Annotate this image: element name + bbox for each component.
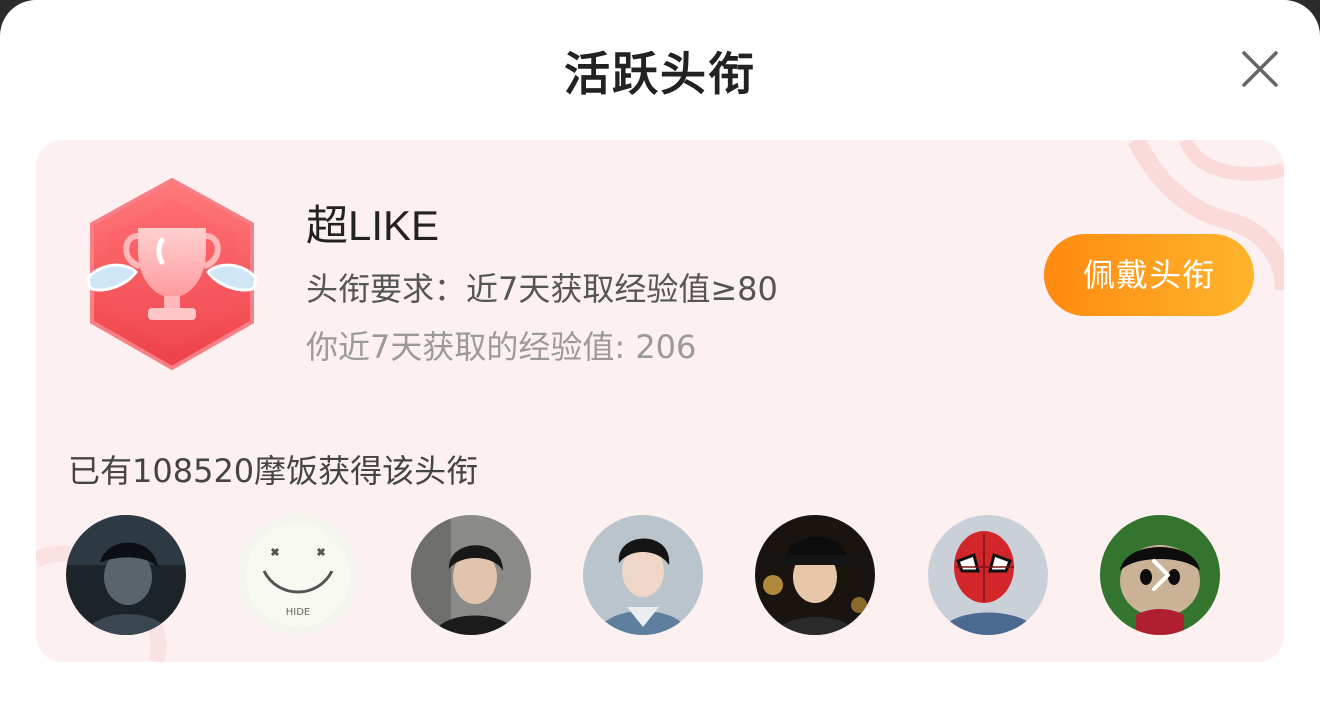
holders-avatar-list: HIDE [66, 515, 1266, 637]
title-requirement: 头衔要求：近7天获取经验值≥80 [306, 270, 778, 308]
close-button[interactable] [1236, 45, 1284, 93]
title-card: 超LIKE 头衔要求：近7天获取经验值≥80 你近7天获取的经验值: 206 佩… [36, 140, 1284, 662]
holder-avatar-1[interactable] [66, 515, 186, 635]
smiley-caption: HIDE [286, 607, 311, 618]
wear-title-button[interactable]: 佩戴头衔 [1044, 234, 1254, 316]
close-icon [1242, 51, 1278, 87]
title-name: 超LIKE [306, 202, 440, 249]
chevron-right-icon [1152, 559, 1170, 591]
holder-avatar-5[interactable] [755, 515, 875, 635]
my-experience: 你近7天获取的经验值: 206 [306, 328, 697, 366]
holder-avatar-6[interactable] [928, 515, 1048, 635]
holders-count-text: 已有108520摩饭获得该头衔 [68, 452, 479, 490]
popup-title: 活跃头衔 [564, 47, 756, 101]
holder-avatar-4[interactable] [583, 515, 703, 635]
holder-avatar-7[interactable] [1100, 515, 1220, 635]
holder-avatar-3[interactable] [411, 515, 531, 635]
trophy-badge-icon [82, 176, 262, 376]
holder-avatar-2[interactable]: HIDE [238, 515, 358, 635]
title-popup-sheet: 活跃头衔 超LIKE 头衔要求：近7天获取经验值≥80 你近7天获取的经验值: … [0, 0, 1320, 722]
